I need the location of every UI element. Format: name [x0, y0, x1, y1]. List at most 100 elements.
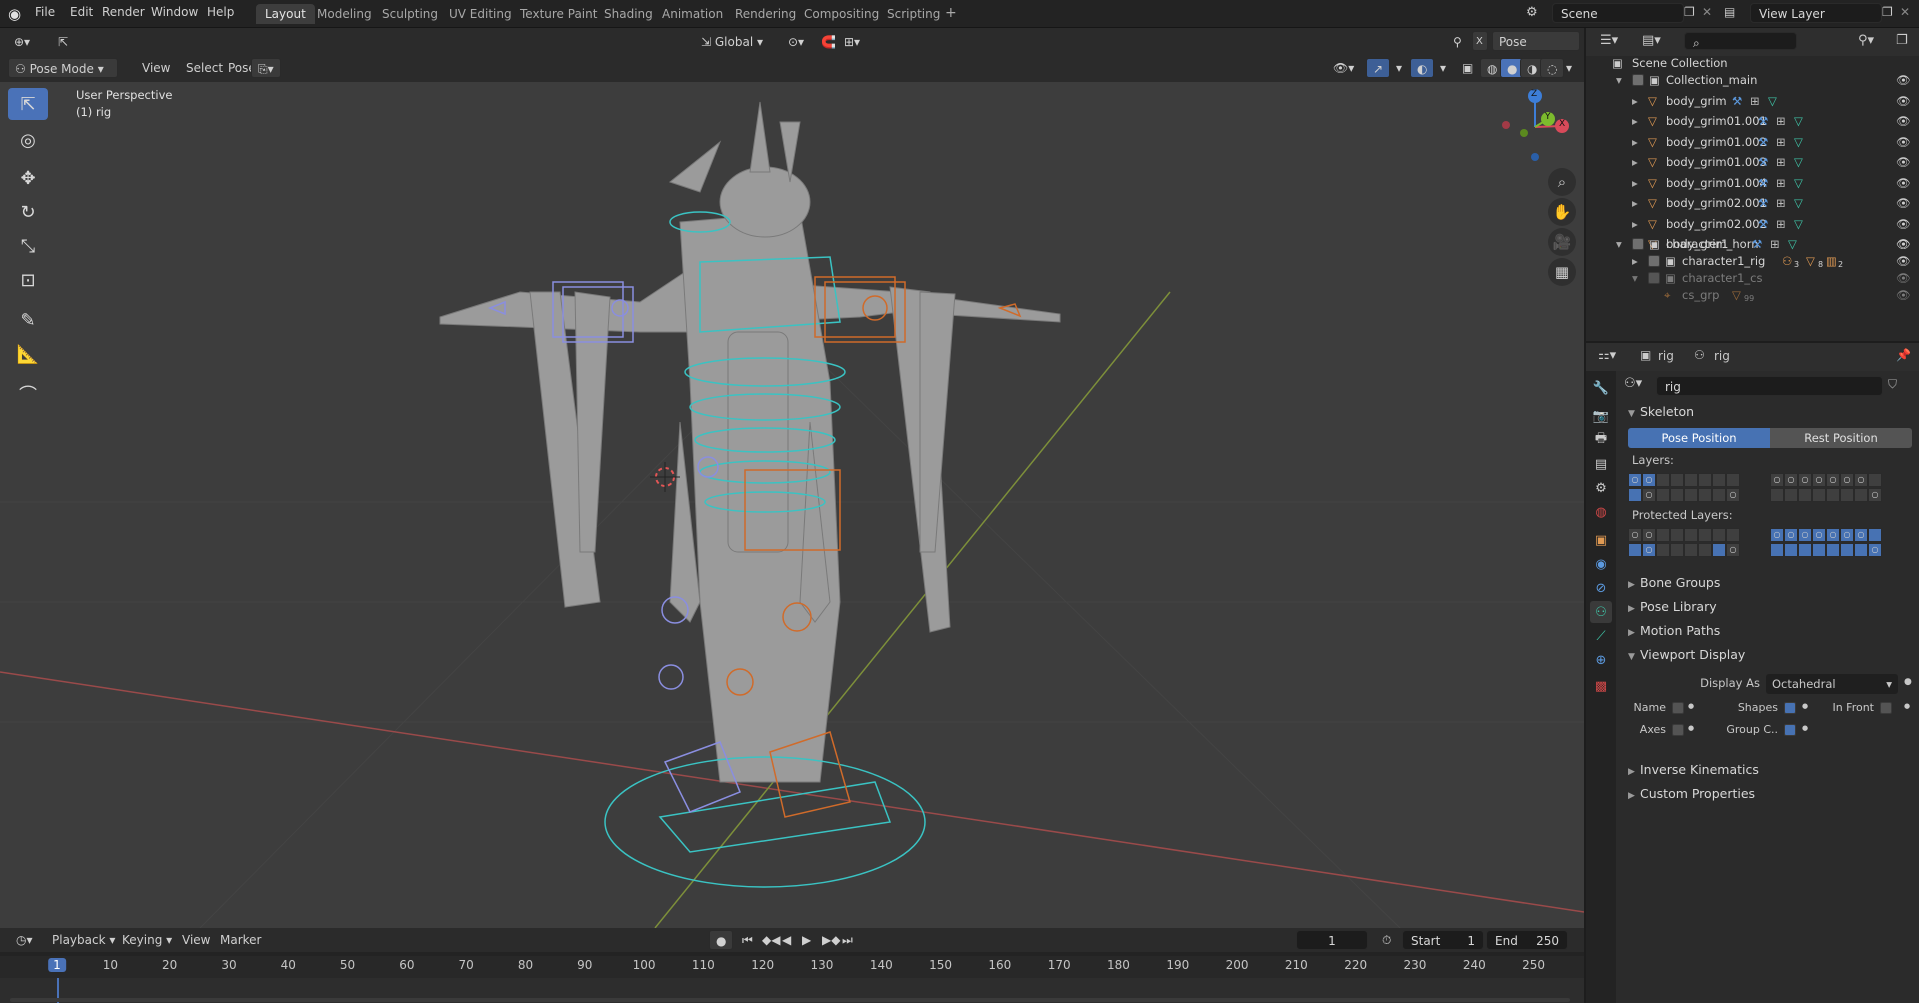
layer-toggle[interactable]: [1670, 543, 1684, 557]
section-skeleton-header[interactable]: ▼ Skeleton: [1628, 402, 1694, 422]
new-scene-icon[interactable]: ❐: [1684, 5, 1695, 19]
datablock-browse-icon[interactable]: ⚇▾: [1624, 376, 1642, 391]
keyframe-dot-icon[interactable]: ●: [1802, 724, 1808, 732]
menu-view[interactable]: View: [136, 58, 176, 78]
transform-tool-icon[interactable]: ⊡: [8, 264, 48, 296]
layer-toggle[interactable]: ○: [1770, 473, 1784, 487]
layer-toggle[interactable]: [1628, 543, 1642, 557]
view-layer-icon[interactable]: ▤: [1724, 5, 1735, 19]
menu-edit[interactable]: Edit: [70, 5, 93, 19]
exclude-checkbox[interactable]: [1632, 238, 1644, 250]
tab-animation[interactable]: Animation: [653, 4, 732, 24]
eye-icon[interactable]: 👁: [1896, 91, 1911, 111]
start-frame-field[interactable]: Start 1: [1402, 930, 1484, 950]
tab-texture-paint[interactable]: Texture Paint: [511, 4, 606, 24]
editor-type-icon[interactable]: ⊕▾: [8, 32, 36, 52]
layer-toggle[interactable]: [1798, 543, 1812, 557]
transform-orientation-dropdown[interactable]: ⇲ Global ▾: [695, 32, 775, 52]
layer-toggle[interactable]: [1726, 473, 1740, 487]
tab-layout[interactable]: Layout: [256, 4, 315, 24]
layer-toggle[interactable]: [1798, 488, 1812, 502]
new-collection-icon[interactable]: ❐: [1896, 33, 1908, 48]
layer-toggle[interactable]: [1812, 543, 1826, 557]
expand-icon[interactable]: ▸: [1632, 193, 1638, 213]
in-front-checkbox[interactable]: [1880, 702, 1892, 714]
outliner-row-object[interactable]: ▸ ▽ body_grim01.003 ⚒ ⊞ ▽ 👁: [1586, 152, 1919, 172]
properties-editor-icon[interactable]: ⚏▾: [1598, 348, 1616, 363]
outliner-row-object[interactable]: ▸ ▽ body_grim01.004 ⚒ ⊞ ▽ 👁: [1586, 173, 1919, 193]
layer-toggle[interactable]: [1812, 488, 1826, 502]
layer-toggle[interactable]: [1826, 488, 1840, 502]
eye-icon[interactable]: 👁: [1896, 152, 1911, 172]
pivot-point-icon[interactable]: ⊙▾: [782, 32, 810, 52]
layer-toggle[interactable]: [1712, 528, 1726, 542]
tool-tab-icon[interactable]: 🔧: [1590, 377, 1612, 399]
outliner-row-collection[interactable]: ▾ ▣ Collection_main 👁: [1586, 70, 1919, 90]
overlays-toggle-icon[interactable]: ◐: [1410, 58, 1435, 78]
armature-data-tab-icon[interactable]: ⚇: [1590, 601, 1612, 623]
view-layer-selector[interactable]: View Layer: [1750, 3, 1882, 23]
tab-uv-editing[interactable]: UV Editing: [440, 4, 521, 24]
gizmo-toggle-icon[interactable]: ↗: [1366, 58, 1391, 78]
pose-options-dropdown[interactable]: Pose Options ▾: [1492, 31, 1580, 69]
layer-toggle[interactable]: [1684, 488, 1698, 502]
keyframe-dot-icon[interactable]: ●: [1688, 724, 1694, 732]
overlays-dropdown-icon[interactable]: ▾: [1434, 58, 1452, 78]
layer-toggle[interactable]: ○: [1812, 528, 1826, 542]
navigation-gizmo[interactable]: [1490, 82, 1570, 162]
delete-view-layer-icon[interactable]: ✕: [1900, 5, 1910, 19]
layer-toggle[interactable]: [1784, 543, 1798, 557]
exclude-checkbox[interactable]: [1648, 255, 1660, 267]
pan-hand-icon[interactable]: ✋: [1548, 198, 1576, 226]
expand-icon[interactable]: ▸: [1632, 132, 1638, 152]
menu-window[interactable]: Window: [151, 5, 198, 19]
layer-toggle[interactable]: [1854, 488, 1868, 502]
layer-toggle[interactable]: ○: [1770, 528, 1784, 542]
keyframe-dot-icon[interactable]: ●: [1904, 702, 1910, 710]
tab-scripting[interactable]: Scripting: [878, 4, 949, 24]
layer-toggle[interactable]: ○: [1726, 543, 1740, 557]
layer-toggle[interactable]: [1698, 488, 1712, 502]
layer-toggle[interactable]: [1698, 543, 1712, 557]
new-view-layer-icon[interactable]: ❐: [1882, 5, 1893, 19]
layer-toggle[interactable]: ○: [1826, 473, 1840, 487]
outliner-row-object[interactable]: ▸ ▽ body_grim01.002 ⚒ ⊞ ▽ 👁: [1586, 132, 1919, 152]
annotate-tool-icon[interactable]: ✎: [8, 304, 48, 336]
layer-toggle[interactable]: ○: [1628, 473, 1642, 487]
texture-tab-icon[interactable]: ▩: [1590, 675, 1612, 697]
expand-icon[interactable]: ▸: [1632, 91, 1638, 111]
layer-toggle[interactable]: ○: [1784, 528, 1798, 542]
layer-toggle[interactable]: [1770, 488, 1784, 502]
layer-toggle[interactable]: [1656, 543, 1670, 557]
zoom-icon[interactable]: ⌕: [1548, 168, 1576, 196]
layer-toggle[interactable]: ○: [1854, 473, 1868, 487]
layer-toggle[interactable]: [1784, 488, 1798, 502]
layers-grid[interactable]: ○ ○ ○ ○ ○ ○ ○ ○ ○ ○ ○ ○: [1628, 473, 1912, 503]
group-colors-checkbox[interactable]: [1784, 724, 1796, 736]
eye-icon[interactable]: 👁: [1896, 285, 1911, 305]
layer-toggle[interactable]: ○: [1798, 473, 1812, 487]
frame-ruler[interactable]: 1 10 20 30 40 50 60 70 80 90 100 110 120 130 140 150 160…: [0, 956, 1584, 978]
eye-icon[interactable]: 👁: [1896, 214, 1911, 234]
play-reverse-icon[interactable]: ◀: [776, 930, 797, 950]
measure-tool-icon[interactable]: 📐: [8, 338, 48, 370]
layer-toggle[interactable]: [1712, 473, 1726, 487]
scene-tab-icon[interactable]: ⚙: [1590, 477, 1612, 499]
expand-icon[interactable]: ▸: [1632, 152, 1638, 172]
move-tool-icon[interactable]: ✥: [8, 162, 48, 194]
tab-rendering[interactable]: Rendering: [726, 4, 805, 24]
world-tab-icon[interactable]: ◍: [1590, 501, 1612, 523]
delete-scene-icon[interactable]: ✕: [1702, 5, 1712, 19]
physics-tab-icon[interactable]: ◉: [1590, 553, 1612, 575]
layer-toggle[interactable]: ○: [1726, 488, 1740, 502]
bone-tab-icon[interactable]: ⟋: [1590, 625, 1612, 647]
keyframe-dot-icon[interactable]: ●: [1688, 702, 1694, 710]
filter-icon[interactable]: ⚲▾: [1858, 33, 1874, 48]
layer-toggle[interactable]: [1868, 473, 1882, 487]
outliner-search-input[interactable]: ⌕: [1684, 32, 1797, 50]
shading-dropdown-icon[interactable]: ▾: [1560, 58, 1578, 78]
outliner-row-object[interactable]: ▸ ▽ body_grim01.001 ⚒ ⊞ ▽ 👁: [1586, 111, 1919, 131]
layer-toggle[interactable]: [1770, 543, 1784, 557]
layer-toggle[interactable]: [1684, 543, 1698, 557]
layer-toggle[interactable]: [1868, 528, 1882, 542]
